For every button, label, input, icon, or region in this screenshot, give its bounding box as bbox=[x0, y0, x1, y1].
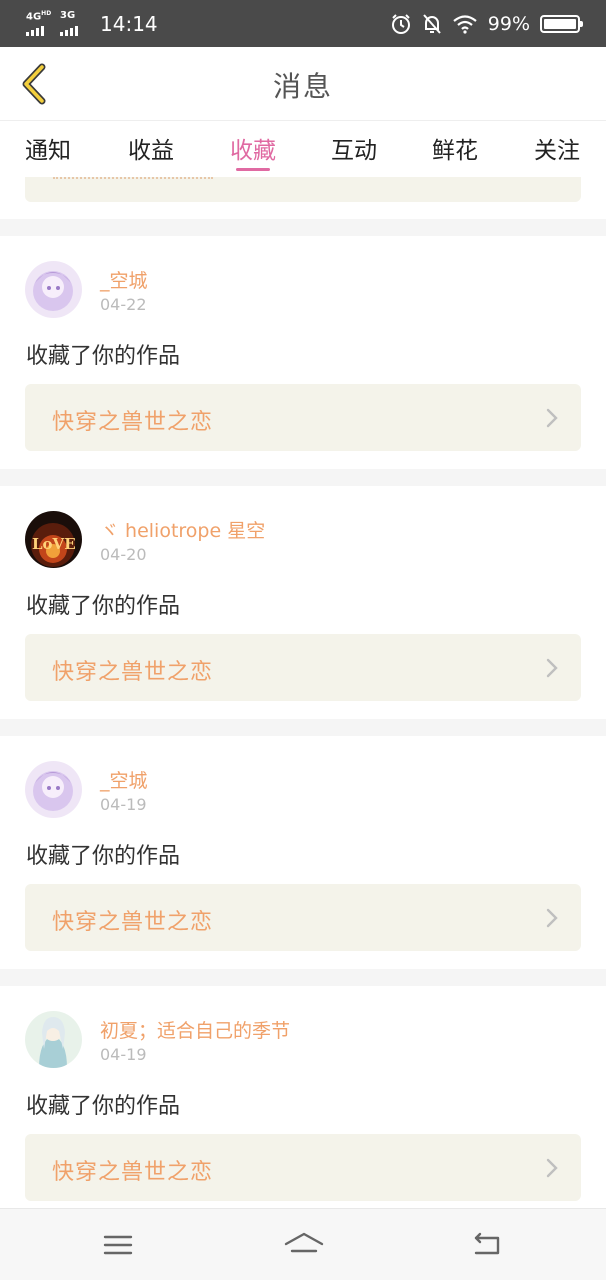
battery-icon bbox=[540, 15, 583, 33]
back-icon[interactable] bbox=[470, 1229, 506, 1261]
username[interactable]: _空城 bbox=[100, 766, 148, 793]
work-title: 快穿之兽世之恋 bbox=[52, 410, 214, 435]
app-header: 消息 bbox=[0, 47, 606, 121]
svg-text:LoVE: LoVE bbox=[32, 535, 76, 553]
system-nav-bar bbox=[0, 1208, 606, 1280]
active-tab-indicator bbox=[236, 168, 270, 171]
tab-favorites[interactable]: 收藏 bbox=[223, 131, 283, 177]
chevron-right-icon bbox=[546, 908, 558, 928]
message-list[interactable]: _空城 04-22 收藏了你的作品 快穿之兽世之恋 LoVE ヾ heliotr… bbox=[0, 177, 606, 1208]
message-date: 04-19 bbox=[100, 1045, 147, 1064]
work-card[interactable]: 快穿之兽世之恋 bbox=[25, 384, 581, 451]
signal-3g-icon: 3G bbox=[60, 10, 90, 36]
message-text: 收藏了你的作品 bbox=[26, 1094, 181, 1119]
tab-bar: 通知 收益 收藏 互动 鲜花 关注 bbox=[0, 121, 606, 177]
avatar[interactable] bbox=[25, 1011, 82, 1068]
status-time: 14:14 bbox=[100, 12, 158, 36]
message-date: 04-22 bbox=[100, 295, 147, 314]
list-item: 初夏；适合自己的季节 04-19 收藏了你的作品 快穿之兽世之恋 bbox=[0, 986, 606, 1208]
message-text: 收藏了你的作品 bbox=[26, 594, 181, 619]
menu-icon[interactable] bbox=[100, 1229, 136, 1261]
message-text: 收藏了你的作品 bbox=[26, 844, 181, 869]
battery-percent: 99% bbox=[487, 13, 530, 35]
work-card[interactable]: 快穿之兽世之恋 bbox=[25, 884, 581, 951]
tab-earnings[interactable]: 收益 bbox=[121, 131, 181, 177]
page-title: 消息 bbox=[272, 70, 333, 103]
list-item: _空城 04-19 收藏了你的作品 快穿之兽世之恋 bbox=[0, 736, 606, 969]
wifi-icon bbox=[453, 15, 477, 34]
avatar[interactable]: LoVE bbox=[25, 511, 82, 568]
chevron-right-icon bbox=[546, 658, 558, 678]
avatar[interactable] bbox=[25, 761, 82, 818]
signal-4g-icon: 4GHD bbox=[26, 10, 56, 36]
alarm-icon bbox=[391, 14, 410, 34]
home-icon[interactable] bbox=[283, 1229, 325, 1261]
work-card-partial[interactable] bbox=[25, 177, 581, 202]
tab-notifications[interactable]: 通知 bbox=[18, 131, 78, 177]
list-item: LoVE ヾ heliotrope 星空 04-20 收藏了你的作品 快穿之兽世… bbox=[0, 486, 606, 719]
tab-interactions[interactable]: 互动 bbox=[324, 131, 384, 177]
work-title: 快穿之兽世之恋 bbox=[52, 660, 214, 685]
username[interactable]: 初夏；适合自己的季节 bbox=[100, 1016, 290, 1043]
tab-flowers[interactable]: 鲜花 bbox=[425, 131, 485, 177]
work-card[interactable]: 快穿之兽世之恋 bbox=[25, 1134, 581, 1201]
work-title: 快穿之兽世之恋 bbox=[52, 1160, 214, 1185]
list-item: _空城 04-22 收藏了你的作品 快穿之兽世之恋 bbox=[0, 236, 606, 469]
avatar[interactable] bbox=[25, 261, 82, 318]
tab-following[interactable]: 关注 bbox=[527, 131, 587, 177]
chevron-right-icon bbox=[546, 1158, 558, 1178]
bell-off-icon bbox=[423, 14, 441, 34]
chevron-right-icon bbox=[546, 408, 558, 428]
username[interactable]: ヾ heliotrope 星空 bbox=[100, 516, 265, 543]
message-text: 收藏了你的作品 bbox=[26, 344, 181, 369]
work-card[interactable]: 快穿之兽世之恋 bbox=[25, 634, 581, 701]
work-title: 快穿之兽世之恋 bbox=[52, 910, 214, 935]
message-date: 04-19 bbox=[100, 795, 147, 814]
message-date: 04-20 bbox=[100, 545, 147, 564]
status-bar: 4GHD 3G 14:14 99% bbox=[0, 0, 606, 47]
username[interactable]: _空城 bbox=[100, 266, 148, 293]
